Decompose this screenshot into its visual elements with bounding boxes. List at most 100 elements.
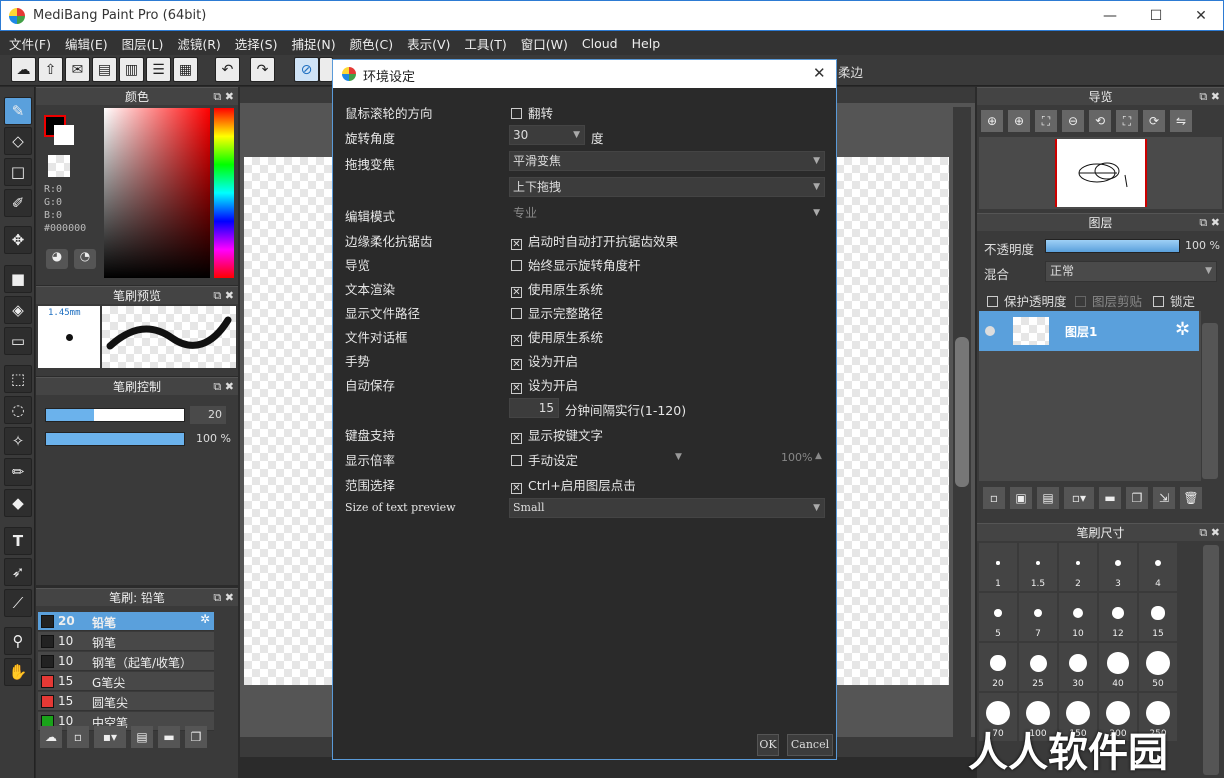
brush-size-cell[interactable]: 4 [1139,543,1177,591]
cancel-button[interactable]: Cancel [787,734,833,756]
panel-popout-close-icon[interactable]: ⧉ ✖ [1199,524,1220,542]
lock-setting[interactable]: 锁定 [1153,291,1195,310]
checkbox-unchecked[interactable] [987,296,998,307]
checkbox-checked[interactable]: ✕ [511,433,522,444]
checkbox-unchecked[interactable] [511,455,522,466]
edit-mode-select[interactable]: 专业 ▼ [509,203,825,223]
panel-popout-close-icon[interactable]: ⧉ ✖ [213,589,234,607]
clipping-setting[interactable]: 图层剪贴 [1075,291,1142,310]
upload-icon[interactable]: ⇧ [38,57,63,82]
panel-popout-close-icon[interactable]: ⧉ ✖ [1199,214,1220,232]
keyboard-setting[interactable]: ✕ 显示按键文字 [511,425,603,444]
saturation-value-picker[interactable] [104,108,210,278]
autosave-setting[interactable]: ✕ 设为开启 [511,375,578,394]
pen-tool-icon[interactable]: ✐ [4,189,32,217]
fit-window-icon[interactable]: ⛶ [1035,110,1057,132]
hand-tool-icon[interactable]: ✋ [4,658,32,686]
delete-layer-icon[interactable]: 🗑 [1180,487,1202,509]
checkbox-unchecked[interactable] [511,108,522,119]
autosave-interval-input[interactable]: 15 [509,398,559,418]
operation-tool-icon[interactable]: ➶ [4,558,32,586]
text-preview-size-select[interactable]: Small ▼ [509,498,825,518]
brush-size-scrollbar[interactable] [1203,545,1219,775]
panel-popout-close-icon[interactable]: ⧉ ✖ [213,378,234,396]
brush-size-cell[interactable]: 5 [979,593,1017,641]
menu-tools[interactable]: 工具(T) [457,34,513,53]
blend-mode-select[interactable]: 正常 ▼ [1045,261,1217,282]
file-path-setting[interactable]: 显示完整路径 [511,303,603,322]
menu-cloud[interactable]: Cloud [575,36,625,51]
brush-size-cell[interactable]: 1.5 [1019,543,1057,591]
checkbox-checked[interactable]: ✕ [511,383,522,394]
rotate-right-icon[interactable]: ⟳ [1143,110,1165,132]
wheel-direction-setting[interactable]: 翻转 [511,103,553,122]
new-halftone-layer-icon[interactable]: ▣ [1010,487,1032,509]
brush-size-slider[interactable] [45,408,185,422]
brush-size-cell[interactable]: 3 [1099,543,1137,591]
brush-size-cell[interactable]: 40 [1099,643,1137,691]
new-1bit-layer-icon[interactable]: ▤ [1037,487,1059,509]
brush-tool-icon[interactable]: ✎ [4,97,32,125]
menu-view[interactable]: 表示(V) [400,34,457,53]
menu-filter[interactable]: 滤镜(R) [170,34,227,53]
dialog-close-button[interactable]: ✕ [813,64,826,82]
gear-icon[interactable]: ✲ [1175,319,1190,340]
transparent-color-swatch[interactable] [48,155,70,177]
menu-help[interactable]: Help [625,36,668,51]
menu-layer[interactable]: 图层(L) [115,34,171,53]
drag-zoom-select[interactable]: 平滑变焦 ▼ [509,151,825,171]
background-color-swatch[interactable] [54,125,74,145]
checkbox-checked[interactable]: ✕ [511,335,522,346]
brush-opacity-slider[interactable] [45,432,185,446]
checkbox-checked[interactable]: ✕ [511,483,522,494]
file-dialog-setting[interactable]: ✕ 使用原生系统 [511,327,603,346]
eraser-tool-icon[interactable]: ◇ [4,127,32,155]
menu-edit[interactable]: 编辑(E) [58,34,115,53]
duplicate-brush-icon[interactable]: ❐ [185,726,207,748]
new-layer-icon[interactable]: ▫ [983,487,1005,509]
minimize-button[interactable]: — [1087,1,1133,31]
zoom-fit-icon[interactable]: ⊕ [981,110,1003,132]
checkbox-disabled[interactable] [1075,296,1086,307]
list-icon[interactable]: ☰ [146,57,171,82]
layer-scrollbar[interactable] [1202,323,1218,479]
zoom-setting[interactable]: 手动设定 [511,450,578,469]
ok-button[interactable]: OK [757,734,779,756]
text-tool-icon[interactable]: T [4,527,32,555]
brush-size-cell[interactable]: 7 [1019,593,1057,641]
panel-popout-close-icon[interactable]: ⧉ ✖ [213,88,234,106]
panel-popout-close-icon[interactable]: ⧉ ✖ [1199,88,1220,106]
protect-alpha-setting[interactable]: 保护透明度 [987,291,1067,310]
dot-tool-icon[interactable]: □ [4,158,32,186]
flip-icon[interactable]: ⇋ [1170,110,1192,132]
message-icon[interactable]: ▤ [92,57,117,82]
maximize-button[interactable]: ☐ [1133,1,1179,31]
grid-icon[interactable]: ▦ [173,57,198,82]
brush-size-cell[interactable]: 25 [1019,643,1057,691]
no-selection-icon[interactable]: ⊘ [294,57,319,82]
add-layer-dropdown-icon[interactable]: ▫▾ [1064,487,1094,509]
brush-size-cell[interactable]: 50 [1139,643,1177,691]
magic-wand-icon[interactable]: ✧ [4,427,32,455]
checkbox-unchecked[interactable] [511,308,522,319]
brush-size-cell[interactable]: 10 [1059,593,1097,641]
document-icon[interactable]: ▥ [119,57,144,82]
bucket-tool-icon[interactable]: ◈ [4,296,32,324]
layer-folder-icon[interactable]: ▬ [1099,487,1121,509]
panel-popout-close-icon[interactable]: ⧉ ✖ [213,287,234,305]
layer-opacity-slider[interactable] [1045,239,1180,253]
brush-size-cell[interactable]: 1 [979,543,1017,591]
brush-list-item[interactable]: 10 钢笔 [38,632,214,651]
layer-row[interactable]: 图层1 ✲ [979,311,1199,351]
menu-file[interactable]: 文件(F) [2,34,58,53]
brush-list-item[interactable]: 15 G笔尖 [38,672,214,691]
checkbox-unchecked[interactable] [1153,296,1164,307]
text-render-setting[interactable]: ✕ 使用原生系统 [511,279,603,298]
lasso-icon[interactable]: ◌ [4,396,32,424]
menu-color[interactable]: 颜色(C) [343,34,400,53]
brush-size-value[interactable]: 20 [190,406,226,424]
toolbar-more-icon[interactable] [319,57,333,82]
divide-tool-icon[interactable]: ⟋ [4,589,32,617]
select-eraser-icon[interactable]: ◆ [4,489,32,517]
eyedropper-icon[interactable]: ⚲ [4,627,32,655]
